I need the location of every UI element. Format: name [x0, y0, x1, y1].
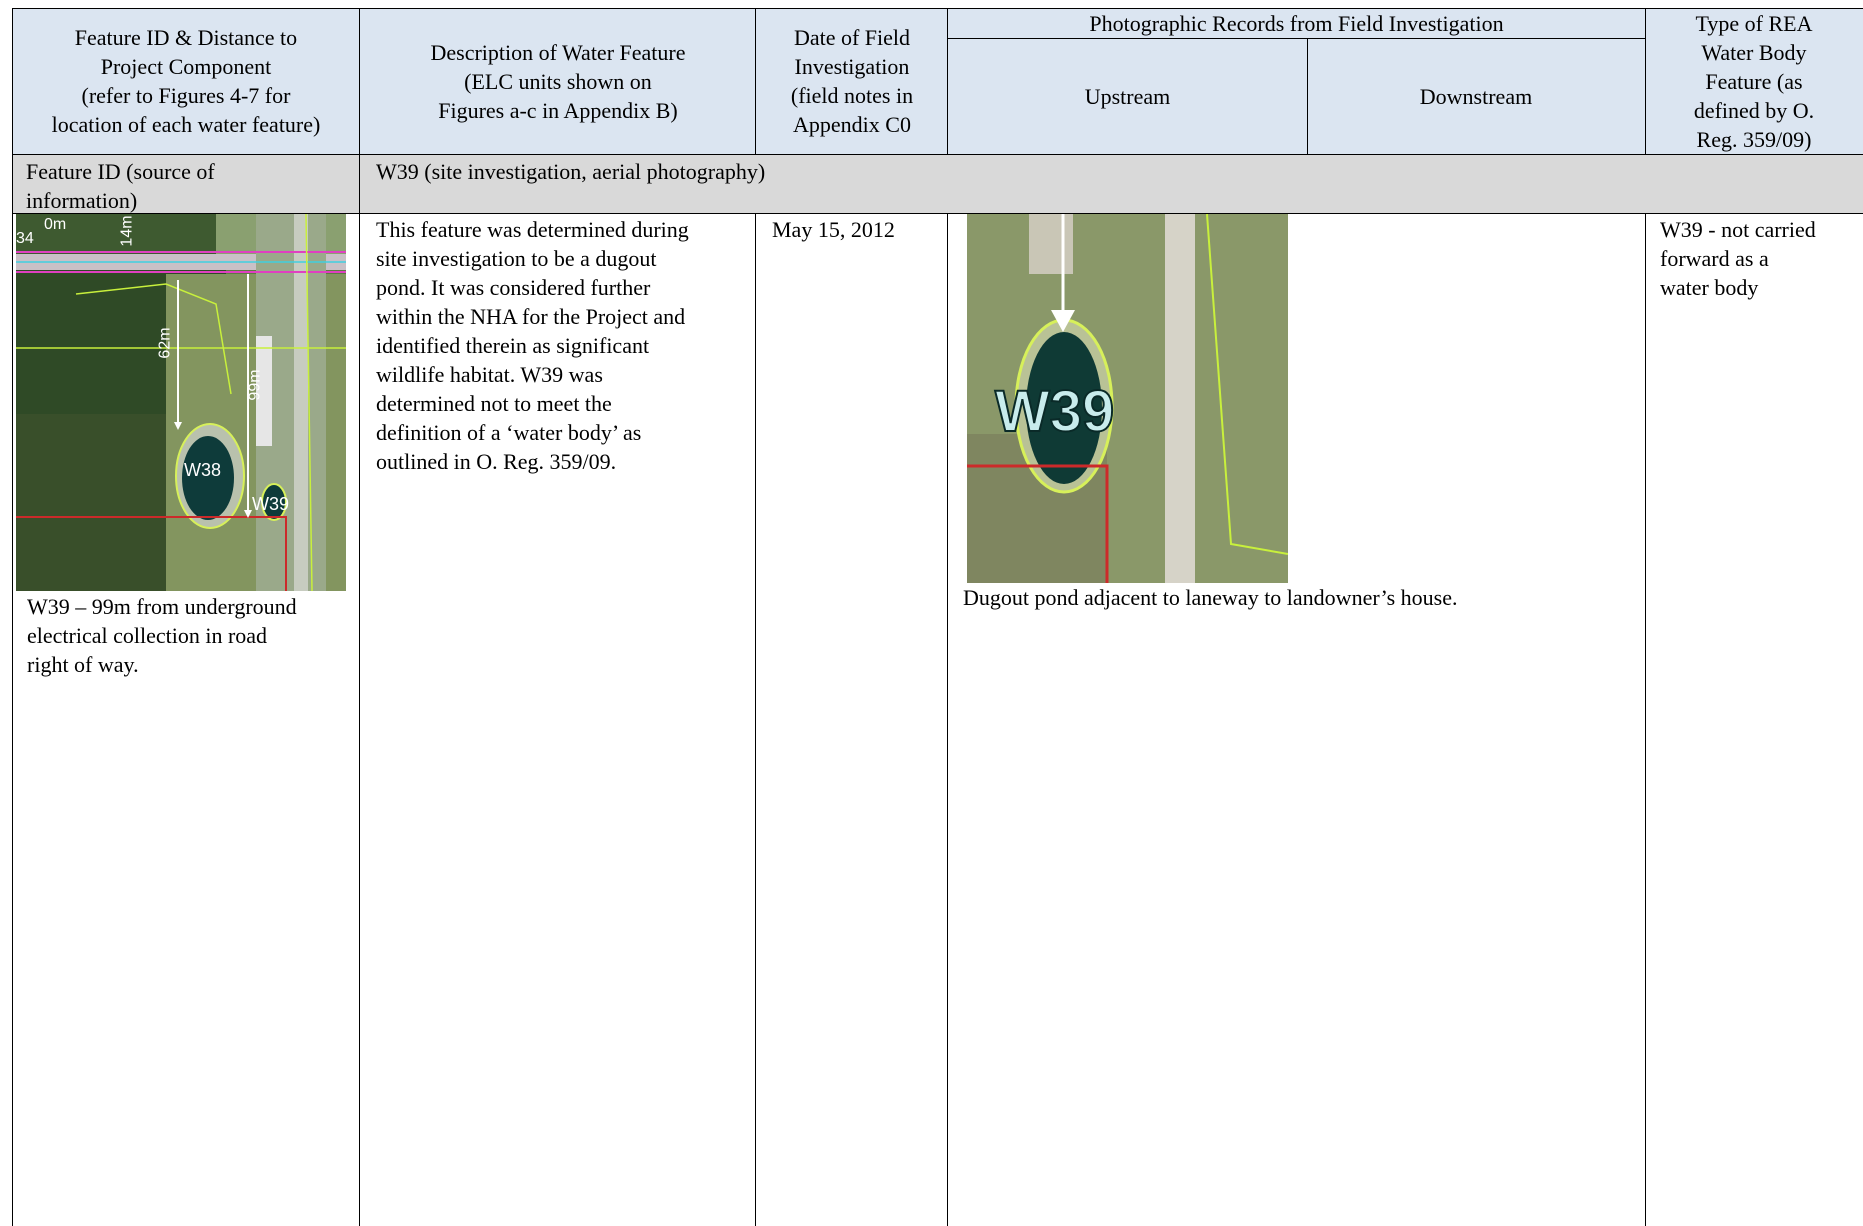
- col-border-4: [1307, 38, 1309, 154]
- col-border-3b: [947, 213, 949, 1226]
- subheader-label: Feature ID (source of information): [26, 159, 215, 213]
- header-feature-id: Feature ID & Distance to Project Compone…: [51, 25, 321, 137]
- table-top-border: [12, 8, 1863, 10]
- upstream-photo-label: W39: [994, 379, 1115, 444]
- col-border-3: [947, 8, 949, 154]
- feature-location-map: 0m 14m 34 62m 99m W38 W39: [16, 214, 346, 591]
- col-border-5: [1645, 8, 1647, 154]
- upstream-photo: W39: [967, 214, 1288, 583]
- rea-water-body-type: W39 - not carried forward as a water bod…: [1660, 217, 1816, 300]
- header-rea-type: Type of REA Water Body Feature (as defin…: [1693, 10, 1815, 152]
- subheader-bottom-border: [12, 213, 1863, 215]
- subheader-value: W39 (site investigation, aerial photogra…: [376, 159, 766, 184]
- col-border-5b: [1645, 213, 1647, 1226]
- map-label-34: 34: [16, 230, 34, 247]
- col-border-2: [755, 8, 757, 154]
- header-description: Description of Water Feature (ELC units …: [430, 39, 686, 123]
- feature-caption: W39 – 99m from underground electrical co…: [27, 594, 297, 677]
- header-date: Date of Field Investigation (field notes…: [790, 25, 914, 137]
- field-investigation-date: May 15, 2012: [772, 217, 895, 242]
- header-bottom-border: [12, 154, 1863, 156]
- map-label-99m: 99m: [246, 369, 264, 401]
- map-label-w38: W38: [184, 460, 222, 480]
- col-border-2b: [755, 213, 757, 1226]
- header-upstream: Upstream: [1084, 84, 1171, 109]
- map-label-62m: 62m: [156, 327, 174, 359]
- map-label-0m: 0m: [44, 216, 67, 233]
- upstream-photo-caption: Dugout pond adjacent to laneway to lando…: [963, 585, 1458, 610]
- feature-description: This feature was determined during site …: [376, 217, 689, 474]
- photo-group-divider: [948, 38, 1645, 40]
- header-downstream: Downstream: [1419, 84, 1533, 109]
- col-border-0: [12, 8, 14, 1226]
- header-photo-group: Photographic Records from Field Investig…: [1089, 11, 1504, 36]
- col-border-1: [359, 8, 361, 1226]
- map-label-w39: W39: [252, 494, 290, 514]
- map-label-14m: 14m: [118, 215, 136, 247]
